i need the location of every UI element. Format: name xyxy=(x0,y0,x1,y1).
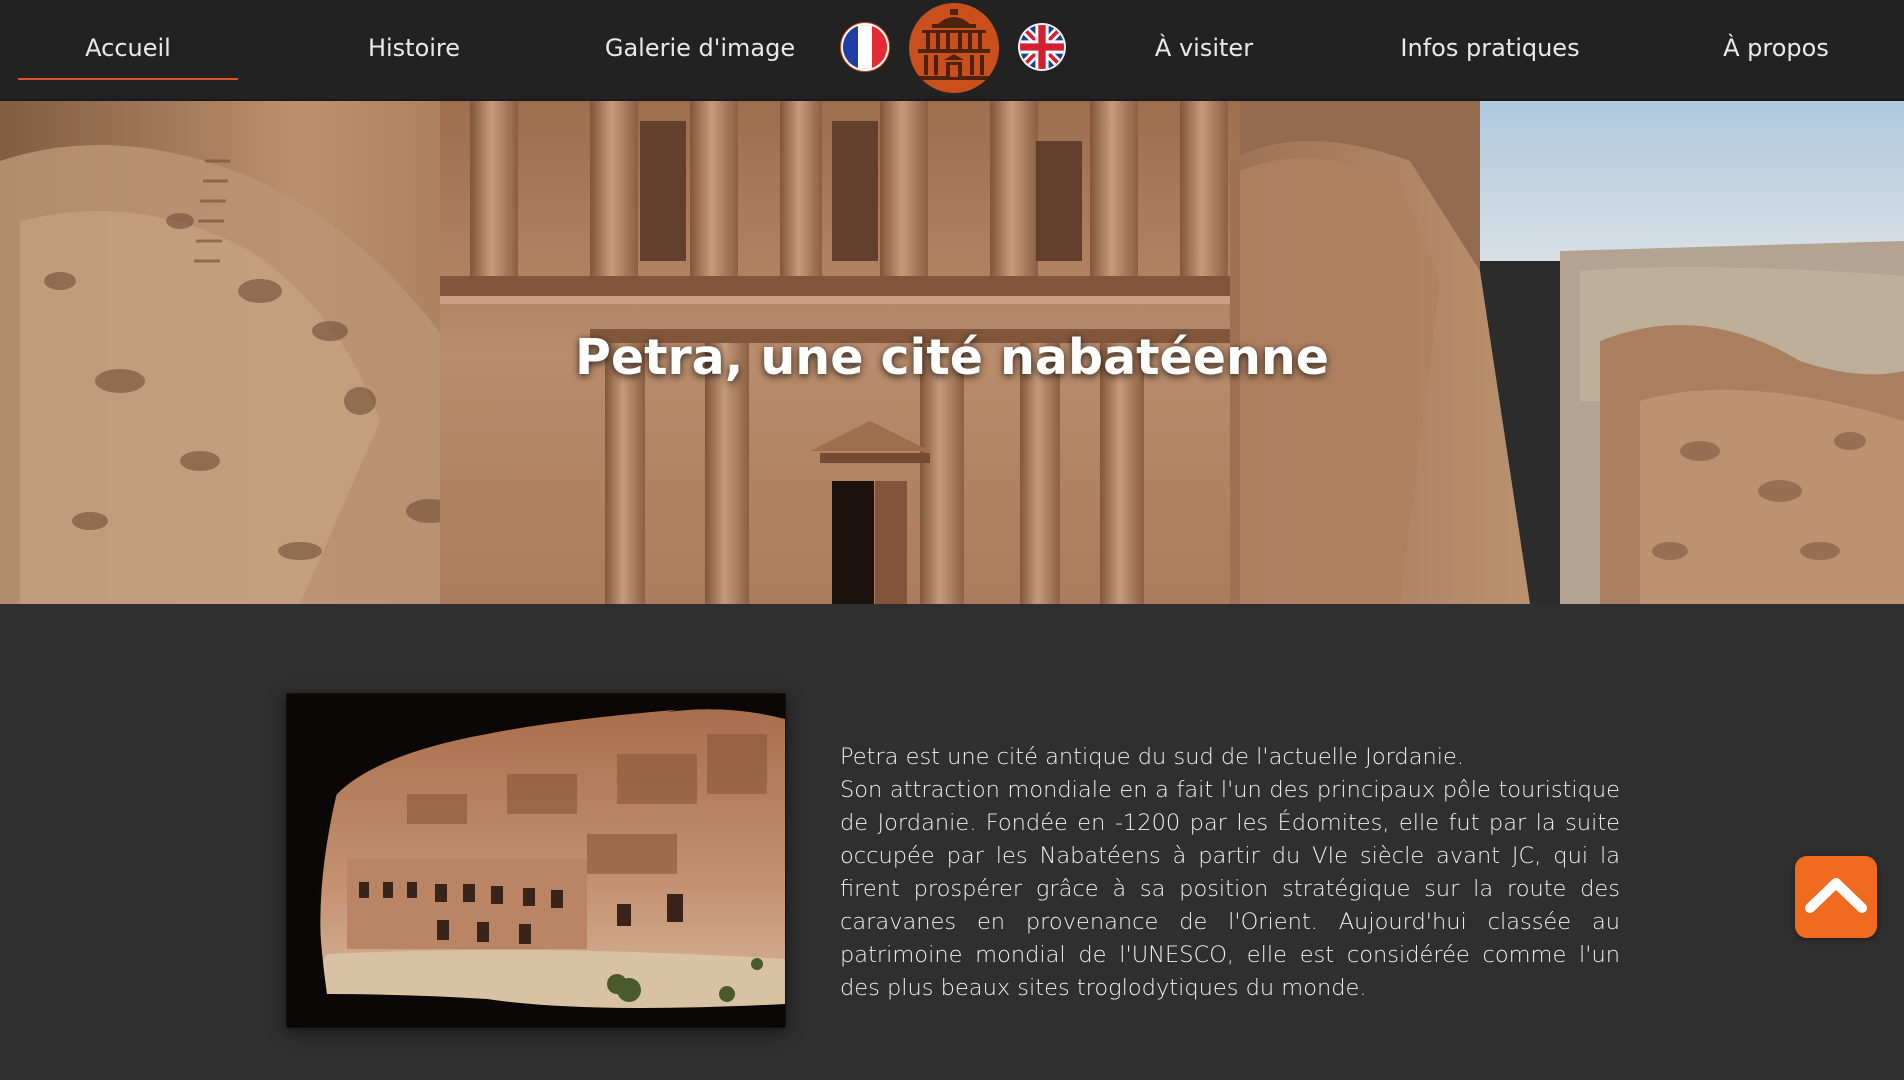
nav-item-label: À propos xyxy=(1723,34,1829,62)
intro-paragraph: Son attraction mondiale en a fait l'un d… xyxy=(840,777,1620,1001)
top-navbar: Accueil Histoire Galerie d'image À visit… xyxy=(0,0,1904,101)
nav-item-a-visiter[interactable]: À visiter xyxy=(1094,0,1314,99)
nav-item-accueil[interactable]: Accueil xyxy=(18,0,238,99)
scroll-to-top-button[interactable] xyxy=(1795,856,1877,938)
nav-item-galerie[interactable]: Galerie d'image xyxy=(590,0,810,99)
nav-item-infos-pratiques[interactable]: Infos pratiques xyxy=(1380,0,1600,99)
nav-item-label: Galerie d'image xyxy=(604,34,796,62)
nav-item-a-propos[interactable]: À propos xyxy=(1666,0,1886,99)
uk-flag-icon[interactable] xyxy=(1020,25,1064,69)
nav-item-label: Infos pratiques xyxy=(1400,34,1580,62)
nav-item-label: À visiter xyxy=(1154,34,1254,62)
intro-text: Petra est une cité antique du sud de l'a… xyxy=(840,741,1620,1005)
petra-monastery-logo-icon[interactable] xyxy=(908,2,1000,94)
hero-banner: Petra, une cité nabatéenne xyxy=(0,101,1904,604)
nav-item-histoire[interactable]: Histoire xyxy=(304,0,524,99)
nav-item-label: Histoire xyxy=(367,34,461,62)
tombs-photo xyxy=(286,693,786,1028)
chevron-up-icon xyxy=(1805,878,1867,913)
nav-item-label: Accueil xyxy=(85,34,171,62)
intro-line-1: Petra est une cité antique du sud de l'a… xyxy=(840,744,1465,770)
french-flag-icon[interactable] xyxy=(843,25,887,69)
hero-title: Petra, une cité nabatéenne xyxy=(574,329,1330,386)
